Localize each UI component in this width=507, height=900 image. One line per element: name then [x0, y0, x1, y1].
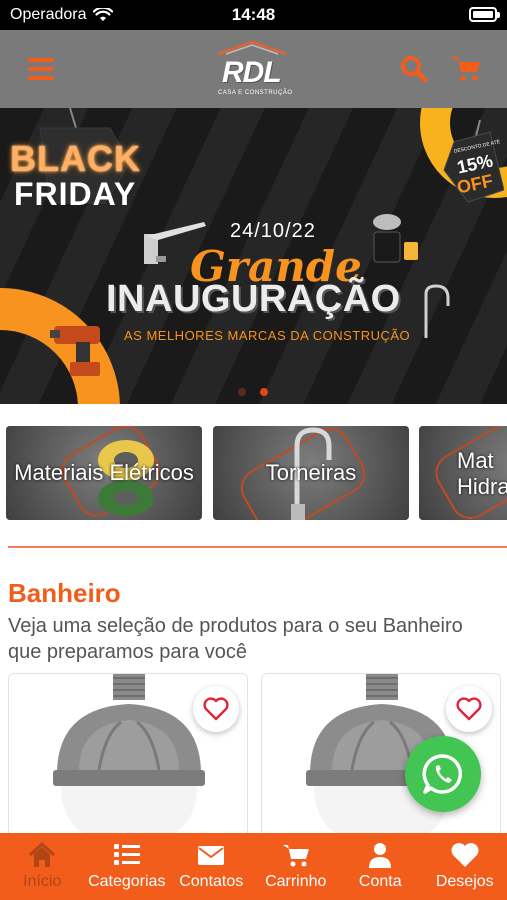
nav-item-conta[interactable]: Conta	[338, 833, 423, 900]
nav-item-categorias[interactable]: Categorias	[85, 833, 170, 900]
nav-item-desejos[interactable]: Desejos	[423, 833, 507, 900]
status-bar: Operadora 14:48	[0, 0, 507, 30]
nav-label: Início	[23, 873, 62, 890]
bottom-nav: Início Categorias Contatos Carrinho Cont…	[0, 833, 507, 900]
banner-marcas: AS MELHORES MARCAS DA CONSTRUÇÃO	[124, 328, 411, 343]
nav-item-inicio[interactable]: Início	[0, 833, 85, 900]
category-card[interactable]: Torneiras	[213, 426, 409, 520]
favorite-button[interactable]	[446, 686, 492, 732]
category-label-line1: Mat	[457, 448, 494, 473]
nav-label: Categorias	[88, 873, 166, 890]
nav-item-contatos[interactable]: Contatos	[169, 833, 254, 900]
category-label: Materiais Elétricos	[14, 460, 194, 485]
menu-bar	[28, 58, 54, 62]
wifi-icon	[92, 8, 113, 21]
section-subtitle: Veja uma seleção de produtos para o seu …	[8, 615, 463, 663]
app-header: RDL CASA E CONSTRUÇÃO	[0, 30, 507, 108]
favorite-button[interactable]	[193, 686, 239, 732]
carousel-dot-2[interactable]	[260, 388, 268, 396]
menu-button[interactable]	[28, 58, 54, 80]
category-label: Torneiras	[265, 460, 357, 485]
logo[interactable]: RDL CASA E CONSTRUÇÃO	[212, 40, 292, 100]
banner-inauguracao: INAUGURAÇÃO	[106, 278, 401, 320]
category-label: Mat Hidra	[457, 448, 507, 500]
cart-icon	[282, 845, 309, 867]
search-icon[interactable]	[400, 55, 428, 83]
banner-date: 24/10/22	[230, 220, 316, 242]
battery-icon	[469, 7, 500, 22]
whatsapp-button[interactable]	[405, 736, 481, 812]
juicer-image	[373, 214, 418, 263]
carousel-dots	[238, 388, 268, 396]
carousel-dot-1[interactable]	[238, 388, 246, 396]
drill-image	[50, 326, 100, 376]
user-icon	[369, 843, 392, 868]
product-card[interactable]	[8, 673, 248, 843]
nav-label: Conta	[358, 873, 402, 890]
logo-subtitle: CASA E CONSTRUÇÃO	[218, 90, 293, 96]
envelope-icon	[198, 846, 225, 865]
menu-bar	[28, 67, 54, 71]
category-label-line2: Hidra	[457, 474, 507, 499]
nav-label: Desejos	[435, 873, 494, 890]
status-left: Operadora	[10, 6, 113, 24]
whatsapp-icon	[422, 754, 463, 794]
promo-banner[interactable]: BLACK FRIDAY DESCONTO DE ATÉ 15% OFF 24/…	[0, 108, 507, 404]
logo-text: RDL	[222, 56, 282, 89]
carrier-label: Operadora	[10, 6, 87, 23]
nav-label: Carrinho	[265, 873, 327, 890]
heart-icon	[451, 843, 479, 867]
heart-outline-icon	[456, 697, 482, 721]
category-carousel[interactable]: Materiais Elétricos Torneiras Mat Hidra	[0, 426, 507, 520]
category-card[interactable]: Materiais Elétricos	[6, 426, 202, 520]
faucet-image-2	[424, 284, 450, 338]
menu-bar	[28, 76, 54, 80]
nav-label: Contatos	[179, 873, 244, 890]
cart-icon[interactable]	[452, 55, 482, 83]
section-title: Banheiro	[8, 578, 121, 608]
nav-item-carrinho[interactable]: Carrinho	[254, 833, 339, 900]
black-friday-black: BLACK	[10, 138, 141, 179]
home-icon	[29, 842, 56, 867]
heart-outline-icon	[203, 697, 229, 721]
category-card[interactable]: Mat Hidra	[419, 426, 507, 520]
black-friday-friday: FRIDAY	[14, 176, 137, 212]
section-divider	[8, 546, 507, 548]
list-icon	[113, 844, 140, 865]
